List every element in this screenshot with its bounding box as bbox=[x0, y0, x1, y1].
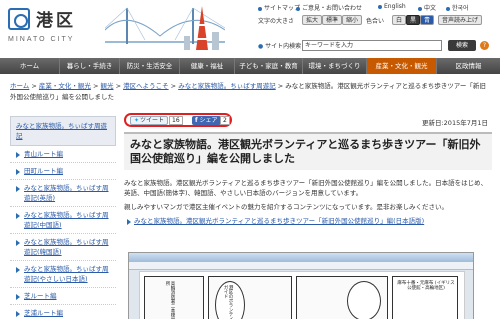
nav-home[interactable]: ホーム bbox=[0, 58, 60, 74]
font-standard-button[interactable]: 標準 bbox=[322, 15, 343, 25]
site-logo-subtitle: MINATO CITY bbox=[8, 36, 75, 43]
facebook-share-button[interactable]: f シェア bbox=[192, 116, 221, 125]
paragraph-manga: 親しみやすいマンガで港区主催イベントの魅力を紹介するコンテンツになっています。是… bbox=[124, 203, 449, 211]
paragraph-intro: みなと家族物語。港区観光ボランティアと巡るまち歩きツアー「新旧外国公使館巡り」編… bbox=[124, 179, 488, 197]
english-link[interactable]: English bbox=[378, 3, 406, 10]
tokyo-tower-illustration bbox=[184, 6, 219, 50]
nav-environment[interactable]: 環境・まちづくり bbox=[303, 58, 367, 74]
voice-readout-button[interactable]: 音声読み上げ bbox=[438, 15, 483, 25]
search-icon: ● bbox=[258, 43, 264, 50]
manga-panel-3 bbox=[296, 276, 388, 319]
page-title: みなと家族物語。港区観光ボランティアと巡るまち歩きツアー「新旧外国公使館巡り」編… bbox=[130, 138, 481, 165]
search-input[interactable]: キーワードを入力 bbox=[302, 40, 442, 51]
breadcrumb-home[interactable]: ホーム bbox=[10, 82, 29, 90]
breadcrumb: ホーム > 産業・文化・観光 > 観光 > 港区へようこそ > みなと家族物語。… bbox=[10, 82, 486, 101]
breadcrumb-welcome[interactable]: 港区へようこそ bbox=[123, 82, 169, 90]
sidebar-item-shiba[interactable]: 芝ルート編 bbox=[10, 288, 116, 305]
nav-industry-culture-tourism[interactable]: 産業・文化・観光 bbox=[367, 58, 437, 74]
site-search: ● サイト内検索 キーワードを入力 検索 ? bbox=[258, 40, 498, 52]
nav-living[interactable]: 暮らし・手続き bbox=[60, 58, 120, 74]
manga-panel-2: 港区のボランティアガイド bbox=[208, 276, 292, 319]
window-controls bbox=[450, 254, 472, 269]
sidebar-item-chinese[interactable]: みなと家族物語。ちぃばす周遊記(中国語) bbox=[10, 207, 116, 234]
sitemap-link[interactable]: サイトマップ bbox=[258, 3, 300, 12]
breadcrumb-tourism[interactable]: 観光 bbox=[101, 82, 114, 90]
color-blue-button[interactable]: 青 bbox=[420, 15, 435, 25]
twitter-bird-icon: ✦ bbox=[134, 117, 140, 124]
search-label: ● サイト内検索 bbox=[258, 43, 302, 50]
manga-text-2: 港区のボランティアガイド bbox=[223, 285, 233, 319]
updated-date: 更新日:2015年7月1日 bbox=[421, 119, 488, 127]
global-nav: ホーム 暮らし・手続き 防災・生活安全 健康・福祉 子ども・家庭・教育 環境・ま… bbox=[0, 58, 500, 74]
korean-link[interactable]: 한국어 bbox=[446, 3, 469, 12]
main-content: ✦ツイート 16 f シェア 2 更新日:2015年7月1日 みなと家族物語。港… bbox=[124, 110, 492, 319]
manga-map-box: 麻布十番・元麻布 (イギリス公使館・高輪地区) bbox=[392, 276, 458, 319]
preview-window-toolbar bbox=[129, 262, 473, 270]
font-shrink-button[interactable]: 縮小 bbox=[342, 15, 363, 25]
page-title-box: みなと家族物語。港区観光ボランティアと巡るまち歩きツアー「新旧外国公使館巡り」編… bbox=[124, 132, 492, 170]
speech-bubble-2 bbox=[347, 281, 381, 319]
nav-health[interactable]: 健康・福祉 bbox=[180, 58, 235, 74]
facebook-icon: f bbox=[195, 117, 198, 124]
sidebar: みなと家族物語。ちぃばす周遊記 青山ルート編 田町ルート編 みなと家族物語。ちぃ… bbox=[10, 116, 116, 319]
utility-links: サイトマップ ご意見・お問い合わせ English 中文 한국어 bbox=[258, 3, 498, 13]
nav-disaster[interactable]: 防災・生活安全 bbox=[120, 58, 180, 74]
accessibility-row: 文字の大きさ 拡大 標準 縮小 色合い 白 黒 青 音声読み上げ bbox=[258, 15, 498, 26]
minato-logo-icon[interactable] bbox=[8, 8, 30, 30]
social-share-highlight: ✦ツイート 16 f シェア 2 bbox=[124, 113, 232, 127]
tweet-count: 16 bbox=[169, 116, 183, 125]
color-white-button[interactable]: 白 bbox=[392, 15, 407, 25]
breadcrumb-chiibus[interactable]: みなと家族物語。ちぃばす周遊記 bbox=[178, 82, 276, 90]
search-button[interactable]: 検索 bbox=[448, 40, 476, 51]
nav-administration[interactable]: 区政情報 bbox=[437, 58, 500, 74]
font-size-label: 文字の大きさ bbox=[258, 18, 295, 25]
sidebar-item-shibaura[interactable]: 芝浦ルート編 bbox=[10, 305, 116, 319]
sidebar-item-easy-japanese[interactable]: みなと家族物語。ちぃばす周遊記(やさしい日本語) bbox=[10, 261, 116, 288]
preview-window-titlebar bbox=[129, 253, 473, 269]
font-enlarge-button[interactable]: 拡大 bbox=[302, 15, 323, 25]
manga-preview-screenshot[interactable]: 高輪消防署二本榎出張所 港区のボランティアガイド 麻布十番・元麻布 (イギリス公… bbox=[128, 252, 474, 319]
site-logo-text[interactable]: 港区 bbox=[36, 6, 76, 31]
color-black-button[interactable]: 黒 bbox=[406, 15, 421, 25]
share-count: 2 bbox=[220, 116, 230, 125]
manga-page: 高輪消防署二本榎出張所 港区のボランティアガイド 麻布十番・元麻布 (イギリス公… bbox=[139, 271, 465, 319]
sidebar-item-tamachi[interactable]: 田町ルート編 bbox=[10, 163, 116, 180]
sidebar-item-korean[interactable]: みなと家族物語。ちぃばす周遊記(韓国語) bbox=[10, 234, 116, 261]
site-header: 港区 MINATO CITY サイトマップ ご意見・お問い合わせ English… bbox=[0, 0, 500, 58]
manga-panel-1: 高輪消防署二本榎出張所 bbox=[144, 276, 204, 319]
contact-link[interactable]: ご意見・お問い合わせ bbox=[296, 3, 362, 12]
manga-text-1: 高輪消防署二本榎出張所 bbox=[165, 281, 175, 319]
manga-map-title: 麻布十番・元麻布 (イギリス公使館・高輪地区) bbox=[397, 281, 455, 291]
article-body: みなと家族物語。港区観光ボランティアと巡るまち歩きツアー「新旧外国公使館巡り」編… bbox=[124, 178, 492, 226]
sidebar-item-english[interactable]: みなと家族物語。ちぃばす周遊記(英語) bbox=[10, 180, 116, 207]
japanese-version-link[interactable]: みなと家族物語。港区観光ボランティアと巡るまち歩きツアー「新旧外国公使館巡り」編… bbox=[124, 216, 492, 226]
sidebar-heading[interactable]: みなと家族物語。ちぃばす周遊記 bbox=[10, 116, 116, 146]
tweet-button[interactable]: ✦ツイート bbox=[130, 116, 169, 125]
chinese-link[interactable]: 中文 bbox=[418, 3, 436, 12]
help-icon[interactable]: ? bbox=[480, 41, 489, 50]
color-label: 色合い bbox=[366, 18, 385, 25]
breadcrumb-industry[interactable]: 産業・文化・観光 bbox=[39, 82, 91, 90]
sidebar-item-aoyama[interactable]: 青山ルート編 bbox=[10, 146, 116, 163]
nav-children[interactable]: 子ども・家庭・教育 bbox=[235, 58, 303, 74]
